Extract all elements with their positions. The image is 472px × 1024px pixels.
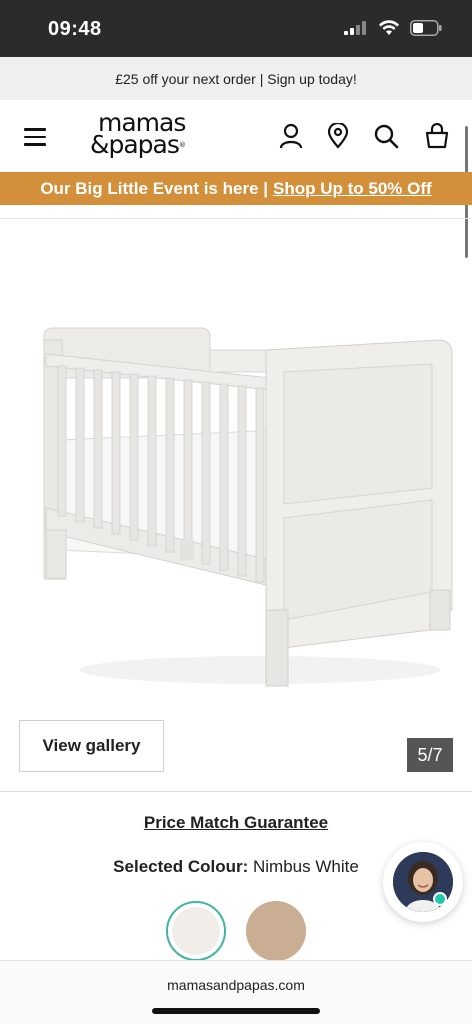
product-image[interactable]	[30, 320, 458, 694]
browser-url[interactable]: mamasandpapas.com	[0, 977, 472, 993]
site-logo[interactable]: mamas &papas®	[90, 110, 220, 162]
price-match-link[interactable]: Price Match Guarantee	[0, 813, 472, 833]
online-status-dot	[433, 892, 447, 906]
browser-address-bar: mamasandpapas.com	[0, 960, 472, 1024]
colour-swatch-beige[interactable]	[246, 901, 306, 961]
store-locator-icon[interactable]	[324, 122, 352, 150]
site-header: mamas &papas®	[0, 100, 472, 172]
status-bar: 09:48	[0, 0, 472, 57]
selected-colour-value: Nimbus White	[253, 857, 359, 876]
event-shop-link[interactable]: Shop Up to 50% Off	[273, 179, 432, 199]
account-icon[interactable]	[277, 122, 305, 150]
home-indicator[interactable]	[152, 1008, 320, 1014]
colour-swatch-nimbus-white[interactable]	[166, 901, 226, 961]
live-chat-button[interactable]	[383, 842, 463, 922]
battery-icon	[410, 20, 442, 36]
logo-line2: &papas	[90, 130, 180, 159]
signup-promo-bar[interactable]: £25 off your next order | Sign up today!	[0, 57, 472, 100]
event-banner[interactable]: Our Big Little Event is here | Shop Up t…	[0, 172, 472, 205]
image-counter: 5/7	[407, 738, 453, 772]
status-time: 09:48	[48, 18, 102, 40]
selected-colour-label: Selected Colour:	[113, 857, 249, 876]
view-gallery-button[interactable]: View gallery	[19, 720, 164, 772]
signal-icon	[344, 21, 366, 35]
event-banner-text: Our Big Little Event is here |	[40, 178, 269, 198]
basket-icon[interactable]	[423, 122, 451, 150]
divider	[0, 218, 472, 219]
wifi-icon	[379, 20, 399, 35]
promo-text: £25 off your next order | Sign up today!	[115, 70, 357, 87]
search-icon[interactable]	[372, 122, 400, 150]
divider	[0, 791, 472, 792]
status-icons	[344, 20, 442, 36]
menu-icon[interactable]	[24, 128, 46, 146]
